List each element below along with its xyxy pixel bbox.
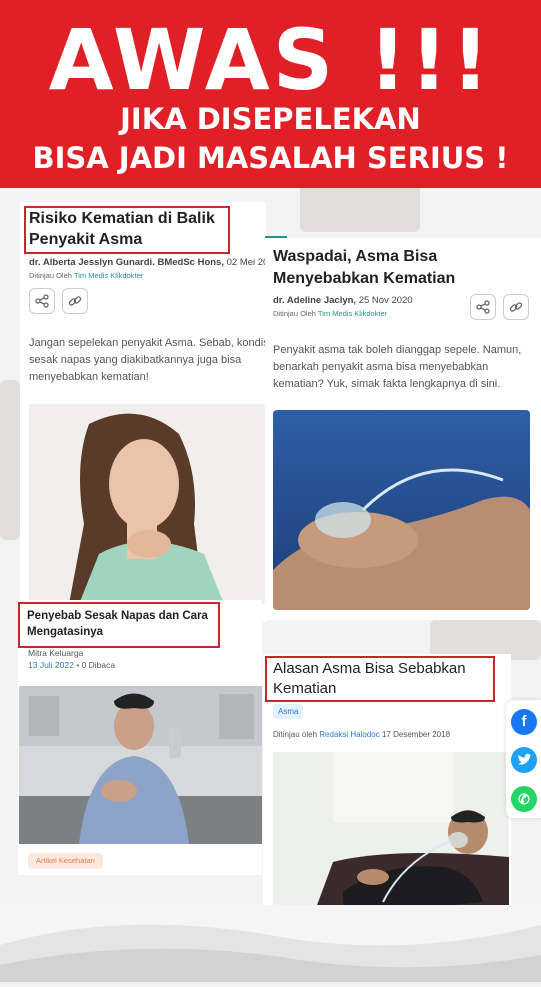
warning-banner: AWAS !!! JIKA DISEPELEKAN BISA JADI MASA… bbox=[0, 0, 541, 188]
background-shape bbox=[0, 380, 20, 540]
article-1-byline: dr. Alberta Jesslyn Gunardi. BMedSc Hons… bbox=[29, 257, 274, 268]
reviewer-link[interactable]: Tim Medis Klikdokter bbox=[74, 271, 143, 280]
article-3-meta: 13 Juli 2022 • 0 Dibaca bbox=[28, 660, 116, 670]
article-card-2[interactable]: Waspadai, Asma Bisa Menyebabkan Kematian… bbox=[265, 238, 541, 620]
banner-line-2: BISA JADI MASALAH SERIUS ! bbox=[32, 141, 509, 175]
link-icon bbox=[509, 302, 523, 312]
article-2-photo bbox=[273, 410, 530, 610]
article-3-views: 0 Dibaca bbox=[81, 660, 116, 670]
highlight-box-small bbox=[265, 236, 287, 238]
twitter-icon bbox=[518, 753, 532, 765]
article-2-date: 25 Nov 2020 bbox=[358, 295, 413, 306]
article-1-reviewed: Ditinjau Oleh Tim Medis Klikdokter bbox=[29, 271, 143, 280]
highlight-box bbox=[265, 656, 495, 702]
copy-link-button[interactable] bbox=[503, 294, 529, 320]
article-2-excerpt-line-2: benarkah penyakit asma bisa menyebabkan bbox=[273, 361, 489, 373]
article-card-1[interactable]: Risiko Kematian di Balik Penyakit Asma d… bbox=[20, 202, 274, 622]
share-icon bbox=[35, 294, 49, 308]
banner-line-1: JIKA DISEPELEKAN bbox=[120, 102, 421, 136]
background-shape bbox=[300, 182, 420, 232]
reviewed-prefix: Ditinjau oleh bbox=[273, 730, 318, 739]
article-2-excerpt-line-1: Penyakit asma tak boleh dianggap sepele.… bbox=[273, 344, 522, 356]
facebook-share-button[interactable]: f bbox=[511, 709, 537, 735]
article-1-excerpt-line-2: sesak napas yang diakibatkannya juga bis… bbox=[29, 354, 242, 366]
article-3-source: Mitra Keluarga bbox=[28, 648, 84, 658]
article-2-title-line-2[interactable]: Menyebabkan Kematian bbox=[273, 270, 455, 288]
highlight-box bbox=[24, 206, 230, 254]
article-2-author[interactable]: dr. Adeline Jaclyn, bbox=[273, 295, 356, 306]
bottom-decoration bbox=[0, 905, 541, 982]
article-2-reviewed: Ditinjau Oleh Tim Medis Klikdokter bbox=[273, 309, 387, 318]
article-2-byline: dr. Adeline Jaclyn, 25 Nov 2020 bbox=[273, 295, 413, 306]
article-3-date: 13 Juli 2022 bbox=[28, 660, 74, 670]
article-1-author[interactable]: dr. Alberta Jesslyn Gunardi. BMedSc Hons… bbox=[29, 257, 224, 268]
article-4-reviewed: Ditinjau oleh Redaksi Halodoc 17 Desembe… bbox=[273, 730, 450, 739]
share-icon bbox=[476, 300, 490, 314]
whatsapp-icon: ✆ bbox=[518, 791, 530, 807]
reviewed-prefix: Ditinjau Oleh bbox=[29, 271, 72, 280]
article-3-photo bbox=[19, 686, 262, 844]
article-1-photo bbox=[29, 404, 265, 604]
article-4-date: 17 Desember 2018 bbox=[381, 730, 451, 739]
category-label: Artikel Kesehatan bbox=[36, 856, 95, 865]
article-2-excerpt-line-3: kematian? Yuk, simak fakta lengkapnya di… bbox=[273, 378, 501, 390]
article-4-photo bbox=[273, 752, 509, 916]
article-1-excerpt-line-1: Jangan sepelekan penyakit Asma. Sebab, k… bbox=[29, 337, 272, 349]
article-4-tag[interactable]: Asma bbox=[273, 704, 304, 719]
link-icon bbox=[68, 296, 82, 306]
whatsapp-share-button[interactable]: ✆ bbox=[511, 786, 537, 812]
highlight-box bbox=[18, 602, 220, 648]
banner-headline: AWAS !!! bbox=[48, 11, 493, 109]
article-1-excerpt-line-3: menyebabkan kematian! bbox=[29, 371, 149, 383]
share-button[interactable] bbox=[470, 294, 496, 320]
reviewer-link[interactable]: Redaksi Halodoc bbox=[319, 730, 379, 739]
tag-label: Asma bbox=[278, 707, 299, 716]
copy-link-button[interactable] bbox=[62, 288, 88, 314]
twitter-share-button[interactable] bbox=[511, 747, 537, 773]
article-3-category-tag[interactable]: Artikel Kesehatan bbox=[28, 853, 103, 869]
reviewer-link[interactable]: Tim Medis Klikdokter bbox=[318, 309, 387, 318]
article-2-title-line-1[interactable]: Waspadai, Asma Bisa bbox=[273, 248, 437, 266]
facebook-icon: f bbox=[521, 713, 527, 730]
share-button[interactable] bbox=[29, 288, 55, 314]
reviewed-prefix: Ditinjau Oleh bbox=[273, 309, 316, 318]
